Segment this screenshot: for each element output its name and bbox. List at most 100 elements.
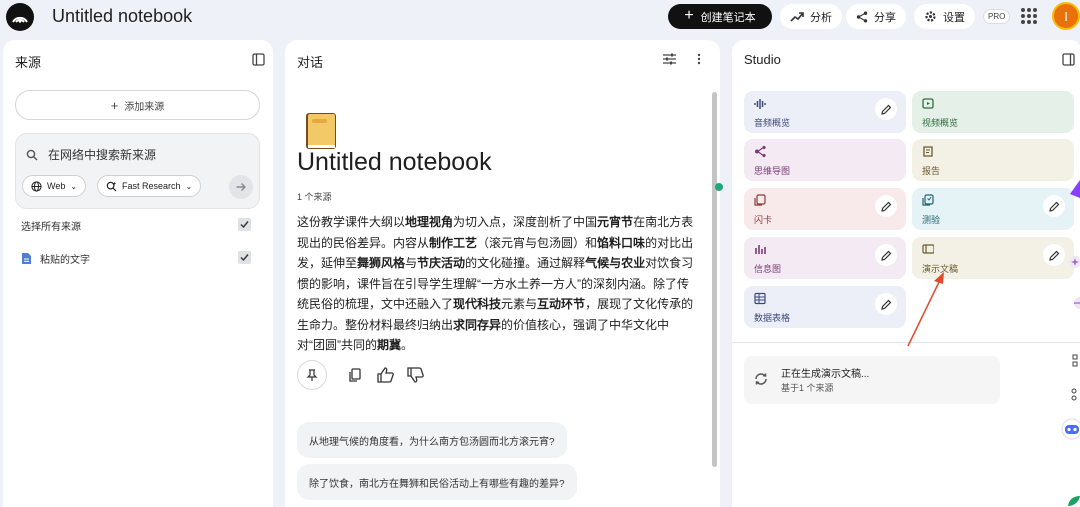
thumbs-down-icon [406,367,424,383]
web-source-dropdown[interactable]: Web ⌄ [22,175,87,197]
edit-pencil-icon[interactable] [875,244,897,266]
trending-up-icon [790,11,804,22]
studio-tool-card[interactable]: 视频概览 [912,91,1074,133]
floating-apps-icon[interactable] [1070,388,1080,407]
summary-keyword: 期冀 [377,338,402,352]
summary-keyword: 求同存异 [453,317,502,332]
collapse-panel-icon[interactable] [1060,51,1076,67]
web-search-box: 在网络中搜索新来源 Web ⌄ Fast Research ⌄ [15,133,260,209]
studio-tool-label: 数据表格 [754,313,791,323]
summary-keyword: 现代科技 [453,297,502,311]
studio-tool-label: 思维导图 [754,166,791,176]
suggested-question[interactable]: 除了饮食，南北方在舞狮和民俗活动上有哪些有趣的差异? [297,464,577,500]
add-source-label: 添加来源 [124,101,165,113]
summary-keyword: 地理视角 [405,215,454,229]
floating-sparkle-icon[interactable] [1068,255,1080,274]
web-chip-label: Web [47,181,66,191]
studio-tool-label: 测验 [922,215,941,225]
plus-icon: + [684,6,694,24]
summary-keyword: 气候与农业 [585,256,646,270]
infographic-icon [754,243,766,255]
collapse-panel-icon[interactable] [250,51,266,67]
edit-pencil-icon[interactable] [875,293,897,315]
notebook-emoji-icon [305,112,337,150]
audio-wave-icon [754,97,766,109]
generating-title: 正在生成演示文稿... [781,369,870,380]
source-item-checkbox[interactable] [238,251,251,264]
select-all-checkbox[interactable] [238,218,251,231]
settings-button[interactable]: 设置 [914,4,975,29]
chevron-down-icon: ⌄ [70,181,78,191]
summary-keyword: 舞狮风格 [357,256,406,270]
assistant-bot-icon[interactable] [1060,418,1080,445]
studio-tool-card[interactable]: 演示文稿 [912,237,1074,279]
source-item-label: 粘贴的文字 [40,255,90,266]
check-icon [240,254,249,262]
edit-pencil-icon[interactable] [1043,244,1065,266]
thumbs-up-icon [376,367,394,383]
copy-icon [349,367,361,382]
notebooklm-logo-icon[interactable] [6,3,34,31]
notebook-title[interactable]: Untitled notebook [52,6,192,27]
floating-hash-icon[interactable] [1070,296,1080,315]
edit-pencil-icon[interactable] [875,98,897,120]
summary-text: 与 [405,256,418,270]
studio-tool-card[interactable]: 报告 [912,139,1074,181]
summary-text: 元素与 [501,297,538,311]
copy-button[interactable] [341,361,369,389]
studio-tool-card[interactable]: 思维导图 [744,139,906,181]
apps-grid-icon[interactable] [1021,8,1037,24]
summary-text: 。 [401,338,414,352]
more-options-icon[interactable] [693,51,705,67]
chat-scrollbar[interactable] [712,92,717,467]
settings-label: 设置 [943,11,965,24]
top-bar: Untitled notebook + 创建笔记本 分析 分享 设置 PRO I [0,0,1080,34]
summary-keyword: 制作工艺 [429,235,478,250]
avatar[interactable]: I [1052,2,1080,30]
suggested-question[interactable]: 从地理气候的角度看，为什么南方包汤圆而北方滚元宵? [297,422,567,458]
studio-tool-label: 音频概览 [754,118,791,128]
share-button[interactable]: 分享 [846,4,906,29]
studio-tool-card[interactable]: 数据表格 [744,286,906,328]
studio-tool-card[interactable]: 信息图 [744,237,906,279]
studio-tool-card[interactable]: 音频概览 [744,91,906,133]
source-count: 1 个来源 [297,192,332,202]
save-to-note-button[interactable] [297,360,327,390]
generating-item[interactable]: 正在生成演示文稿... 基于1 个来源 [744,356,1000,404]
floating-triangle-icon[interactable] [1070,180,1080,203]
edit-pencil-icon[interactable] [875,195,897,217]
report-icon [922,145,934,157]
create-notebook-button[interactable]: + 创建笔记本 [668,4,772,29]
create-notebook-label: 创建笔记本 [700,11,756,24]
summary-text: （滚元宵与包汤圆）和 [477,235,598,250]
notebook-summary: 这份教学课件大纲以地理视角为切入点，深度剖析了中国元宵节在南北方表现出的民俗差异… [297,212,695,356]
source-item[interactable]: 粘贴的文字 [21,251,90,266]
studio-tool-card[interactable]: 测验 [912,188,1074,230]
summary-text: 的文化碰撞。通过解释 [465,256,586,270]
summary-keyword: 互动环节 [537,297,586,311]
studio-panel: Studio 音频概览 视频概览思维导图 报告闪卡 测验信息图 演示文稿数据表格 正在生… [732,40,1080,507]
select-all-label: 选择所有来源 [21,222,81,233]
studio-tool-card[interactable]: 闪卡 [744,188,906,230]
summary-text: 这份教学课件大纲以 [297,215,406,229]
add-source-button[interactable]: + 添加来源 [15,90,260,120]
research-mode-dropdown[interactable]: Fast Research ⌄ [97,175,202,197]
studio-tool-label: 闪卡 [754,215,773,225]
submit-search-button[interactable] [229,175,253,199]
video-icon [922,97,934,109]
studio-header: Studio [744,52,781,67]
analytics-button[interactable]: 分析 [780,4,842,29]
select-all-row: 选择所有来源 [21,218,81,233]
chat-panel: 对话 Untitled notebook 1 个来源 这份教学课件大纲以地理视角… [285,40,720,507]
thumbs-up-button[interactable] [371,361,399,389]
floating-leaf-icon[interactable] [1066,494,1080,507]
research-chip-label: Fast Research [122,181,181,191]
thumbs-down-button[interactable] [401,361,429,389]
tune-settings-icon[interactable] [661,51,677,67]
floating-grid-icon[interactable] [1070,354,1080,373]
edit-pencil-icon[interactable] [1043,195,1065,217]
globe-icon [31,180,42,192]
search-input[interactable]: 在网络中搜索新来源 [48,146,156,163]
share-label: 分享 [874,11,896,24]
sources-header: 来源 [15,55,42,70]
